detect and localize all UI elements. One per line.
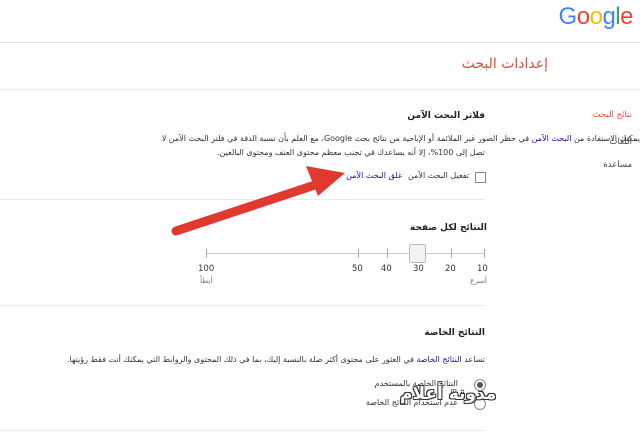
arrow-head bbox=[306, 166, 345, 196]
red-arrow-annotation bbox=[171, 166, 345, 236]
arrow-shaft bbox=[171, 179, 323, 236]
watermark: مدونة أعلام bbox=[400, 384, 497, 404]
